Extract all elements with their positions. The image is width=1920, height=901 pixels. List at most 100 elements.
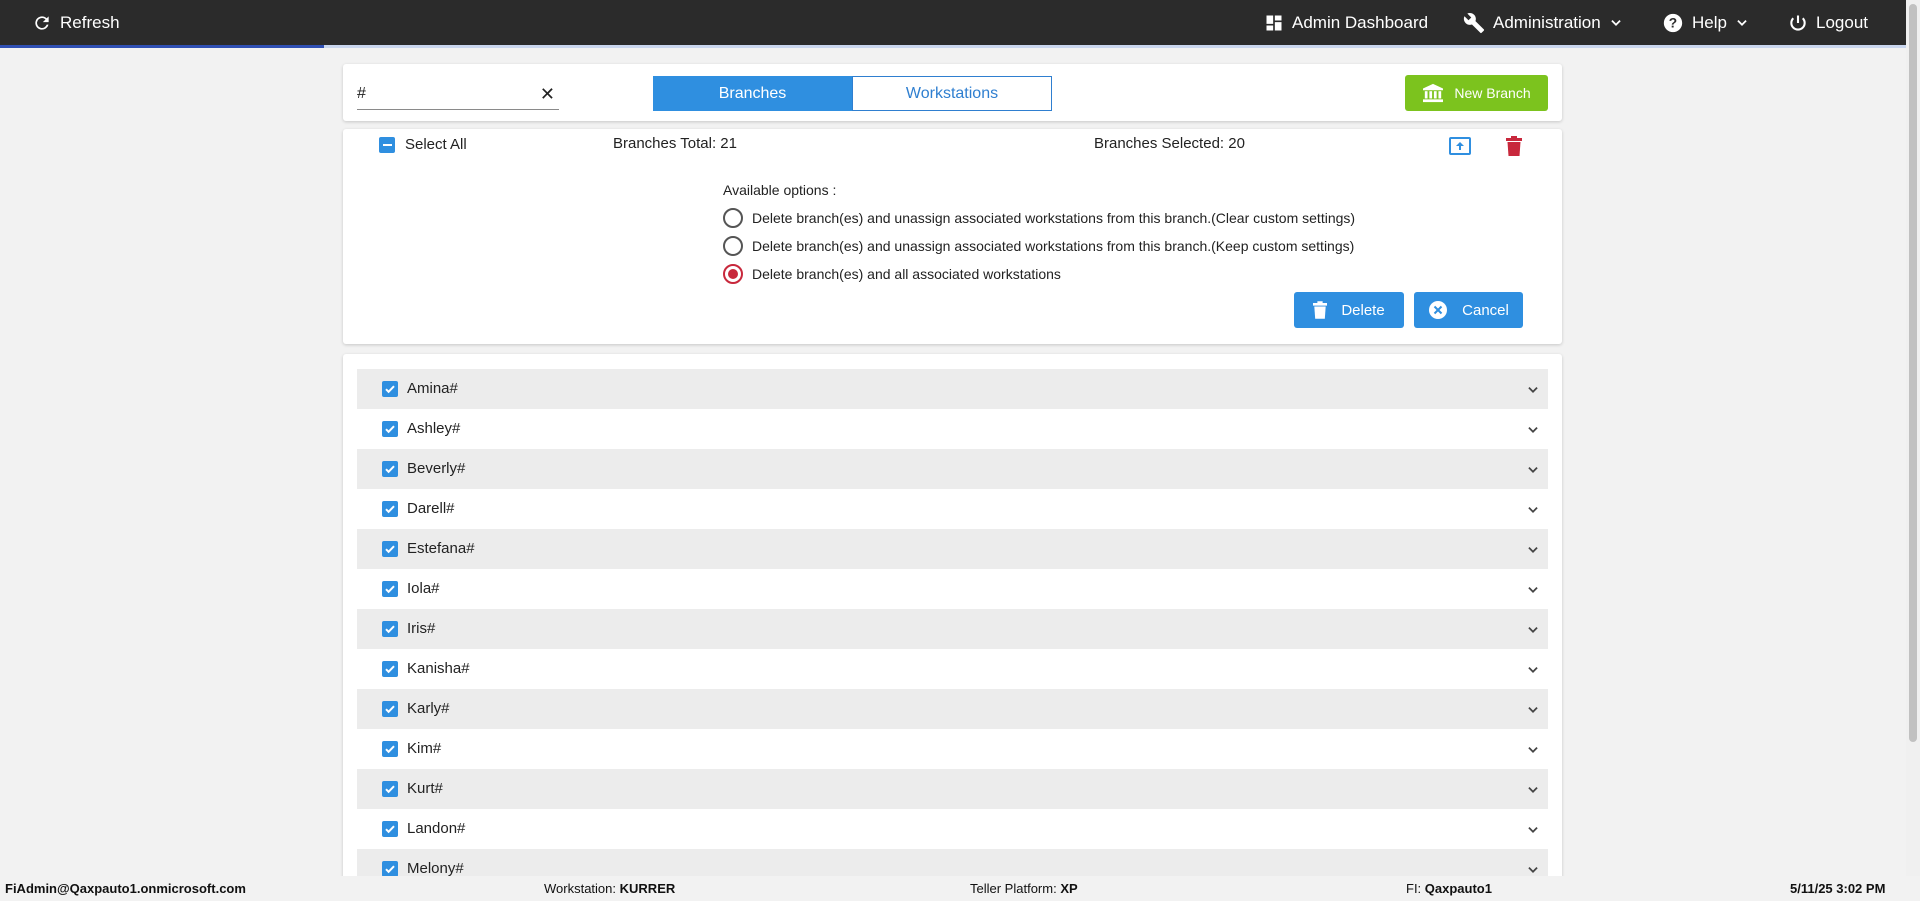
branch-row[interactable]: Kurt# xyxy=(357,769,1548,809)
status-workstation: Workstation: KURRER xyxy=(544,881,676,896)
checkmark-icon xyxy=(385,745,395,754)
chevron-down-icon[interactable] xyxy=(1526,383,1540,402)
refresh-button[interactable]: Refresh xyxy=(32,0,120,45)
trash-icon xyxy=(1313,301,1328,319)
branch-checkbox[interactable] xyxy=(382,741,398,757)
branch-name: Kim# xyxy=(407,740,442,757)
help-menu[interactable]: ? Help xyxy=(1662,0,1749,45)
export-button[interactable] xyxy=(1449,136,1471,161)
branch-row[interactable]: Estefana# xyxy=(357,529,1548,569)
delete-button[interactable]: Delete xyxy=(1294,292,1404,328)
option-delete-all-workstations[interactable]: Delete branch(es) and all associated wor… xyxy=(723,264,1061,284)
chevron-down-icon[interactable] xyxy=(1526,463,1540,482)
chevron-down-icon[interactable] xyxy=(1526,583,1540,602)
option-clear-custom-settings[interactable]: Delete branch(es) and unassign associate… xyxy=(723,208,1355,228)
chevron-down-icon[interactable] xyxy=(1526,783,1540,802)
select-all-checkbox[interactable]: Select All xyxy=(379,136,467,153)
checkmark-icon xyxy=(385,865,395,874)
cancel-button[interactable]: Cancel xyxy=(1414,292,1523,328)
branch-row[interactable]: Amina# xyxy=(357,369,1548,409)
radio-button[interactable] xyxy=(723,236,743,256)
select-all-label: Select All xyxy=(405,136,467,153)
branch-checkbox[interactable] xyxy=(382,381,398,397)
search-input[interactable] xyxy=(357,82,527,106)
logout-label: Logout xyxy=(1816,12,1868,32)
delete-selected-button[interactable] xyxy=(1506,136,1522,161)
branch-checkbox[interactable] xyxy=(382,541,398,557)
tab-workstations[interactable]: Workstations xyxy=(852,76,1052,111)
option-label: Delete branch(es) and unassign associate… xyxy=(752,238,1355,254)
branch-checkbox[interactable] xyxy=(382,501,398,517)
upload-box-icon xyxy=(1449,137,1471,155)
branch-row[interactable]: Kanisha# xyxy=(357,649,1548,689)
radio-button[interactable] xyxy=(723,264,743,284)
branch-row[interactable]: Ashley# xyxy=(357,409,1548,449)
checkmark-icon xyxy=(385,625,395,634)
radio-button[interactable] xyxy=(723,208,743,228)
clear-search-icon[interactable]: ✕ xyxy=(540,84,555,104)
available-options-label: Available options : xyxy=(723,182,837,198)
chevron-down-icon xyxy=(1737,19,1747,26)
branch-row[interactable]: Darell# xyxy=(357,489,1548,529)
refresh-icon xyxy=(35,15,49,30)
scrollbar-thumb[interactable] xyxy=(1909,4,1917,742)
branch-name: Estefana# xyxy=(407,540,475,557)
branch-checkbox[interactable] xyxy=(382,821,398,837)
checkmark-icon xyxy=(385,465,395,474)
new-branch-label: New Branch xyxy=(1454,85,1531,101)
help-label: Help xyxy=(1692,12,1727,32)
dashboard-icon xyxy=(1266,15,1282,30)
branch-name: Landon# xyxy=(407,820,466,837)
branch-name: Beverly# xyxy=(407,460,466,477)
chevron-down-icon[interactable] xyxy=(1526,743,1540,762)
trash-icon xyxy=(1506,136,1522,156)
checkmark-icon xyxy=(385,785,395,794)
chevron-down-icon[interactable] xyxy=(1526,823,1540,842)
checkmark-icon xyxy=(385,825,395,834)
administration-menu[interactable]: Administration xyxy=(1463,0,1623,45)
svg-text:?: ? xyxy=(1669,15,1677,30)
page-scrollbar[interactable] xyxy=(1906,0,1920,876)
branch-checkbox[interactable] xyxy=(382,861,398,877)
admin-dashboard-link[interactable]: Admin Dashboard xyxy=(1264,0,1428,45)
logout-button[interactable]: Logout xyxy=(1788,0,1868,45)
branch-checkbox[interactable] xyxy=(382,781,398,797)
chevron-down-icon[interactable] xyxy=(1526,703,1540,722)
new-branch-button[interactable]: New Branch xyxy=(1405,75,1548,111)
branch-checkbox[interactable] xyxy=(382,461,398,477)
chevron-down-icon[interactable] xyxy=(1526,663,1540,682)
branch-row[interactable]: Kim# xyxy=(357,729,1548,769)
branch-name: Iris# xyxy=(407,620,436,637)
status-datetime: 5/11/25 3:02 PM xyxy=(1790,881,1886,896)
branch-name: Karly# xyxy=(407,700,450,717)
branch-name: Melony# xyxy=(407,860,464,877)
branch-checkbox[interactable] xyxy=(382,621,398,637)
chevron-down-icon[interactable] xyxy=(1526,423,1540,442)
option-keep-custom-settings[interactable]: Delete branch(es) and unassign associate… xyxy=(723,236,1354,256)
branch-name: Amina# xyxy=(407,380,458,397)
tab-branches[interactable]: Branches xyxy=(653,76,852,111)
branch-checkbox[interactable] xyxy=(382,421,398,437)
chevron-down-icon[interactable] xyxy=(1526,503,1540,522)
cancel-label: Cancel xyxy=(1462,301,1509,319)
search-field[interactable]: ✕ xyxy=(357,78,559,110)
branch-row[interactable]: Landon# xyxy=(357,809,1548,849)
wrench-icon xyxy=(1463,12,1485,33)
chevron-down-icon[interactable] xyxy=(1526,543,1540,562)
chevron-down-icon[interactable] xyxy=(1526,623,1540,642)
refresh-label: Refresh xyxy=(60,12,120,32)
bank-icon xyxy=(1423,83,1444,103)
branch-checkbox[interactable] xyxy=(382,701,398,717)
select-all-indeterminate-icon xyxy=(379,136,395,153)
branch-checkbox[interactable] xyxy=(382,581,398,597)
branch-checkbox[interactable] xyxy=(382,661,398,677)
branch-name: Darell# xyxy=(407,500,455,517)
branch-name: Kurt# xyxy=(407,780,443,797)
branch-row[interactable]: Iola# xyxy=(357,569,1548,609)
branch-row[interactable]: Iris# xyxy=(357,609,1548,649)
branches-selected: Branches Selected: 20 xyxy=(1094,135,1245,152)
branch-row[interactable]: Karly# xyxy=(357,689,1548,729)
branch-row[interactable]: Beverly# xyxy=(357,449,1548,489)
power-icon xyxy=(1790,15,1806,31)
checkmark-icon xyxy=(385,385,395,394)
